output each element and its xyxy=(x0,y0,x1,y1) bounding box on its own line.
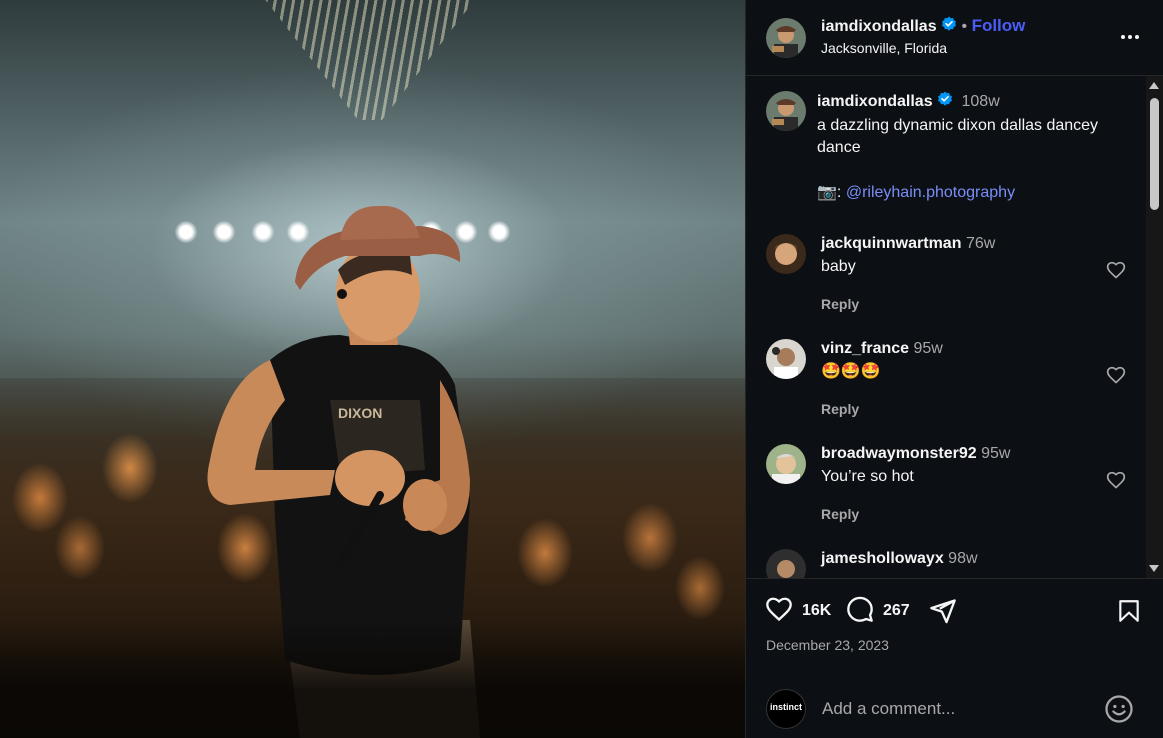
separator-dot: • xyxy=(961,18,968,35)
like-comment-heart-icon[interactable] xyxy=(1106,365,1126,385)
commenter-avatar[interactable] xyxy=(766,339,806,379)
commenter-avatar[interactable] xyxy=(766,444,806,484)
comment-bubble-icon[interactable] xyxy=(845,595,875,628)
comments-count[interactable]: 267 xyxy=(883,602,910,620)
post-photo[interactable]: DIXON xyxy=(0,0,745,738)
comment-time[interactable]: 95w xyxy=(981,445,1010,462)
photo-credit: 📷: @rileyhain.photography xyxy=(817,182,1122,204)
reply-button[interactable]: Reply xyxy=(821,296,1101,312)
caption-time[interactable]: 108w xyxy=(962,93,1000,110)
author-username[interactable]: iamdixondallas xyxy=(821,18,937,35)
photographer-mention-link[interactable]: @rileyhain.photography xyxy=(846,184,1015,201)
comments-scrollbar[interactable] xyxy=(1146,76,1163,578)
current-user-avatar-label: instinct xyxy=(769,702,802,712)
commenter-username[interactable]: broadwaymonster92 xyxy=(821,445,977,462)
scroll-down-arrow-icon[interactable] xyxy=(1149,565,1159,572)
follow-button[interactable]: Follow xyxy=(972,16,1026,35)
emoji-picker-icon[interactable] xyxy=(1104,694,1134,724)
comment-text: You’re so hot xyxy=(821,468,914,485)
comment-text: 🤩🤩🤩 xyxy=(821,363,881,380)
commenter-username[interactable]: vinz_france xyxy=(821,340,909,357)
commenter-username[interactable]: jameshollowayx xyxy=(821,550,944,567)
more-options-icon[interactable] xyxy=(1118,25,1142,49)
comment-time[interactable]: 95w xyxy=(914,340,943,357)
comment-time[interactable]: 98w xyxy=(948,550,977,567)
reply-button[interactable]: Reply xyxy=(821,506,1101,522)
comment-text: baby xyxy=(821,258,856,275)
post-date[interactable]: December 23, 2023 xyxy=(766,637,889,653)
like-comment-heart-icon[interactable] xyxy=(1106,260,1126,280)
post-location[interactable]: Jacksonville, Florida xyxy=(821,40,947,56)
author-avatar[interactable] xyxy=(766,18,806,58)
comment-action[interactable]: 267 xyxy=(845,595,910,628)
caption-text: a dazzling dynamic dixon dallas dancey d… xyxy=(817,117,1099,156)
scrollbar-thumb[interactable] xyxy=(1150,98,1159,210)
like-comment-heart-icon[interactable] xyxy=(1106,470,1126,490)
share-paper-plane-icon[interactable] xyxy=(928,597,958,625)
svg-text:DIXON: DIXON xyxy=(338,405,382,421)
caption-author-avatar[interactable] xyxy=(766,91,806,131)
save-bookmark-icon[interactable] xyxy=(1116,597,1142,625)
caption-author-username[interactable]: iamdixondallas xyxy=(817,93,933,110)
camera-emoji-label: 📷: xyxy=(817,184,842,201)
comment-time[interactable]: 76w xyxy=(966,235,995,252)
commenter-username[interactable]: jackquinnwartman xyxy=(821,235,961,252)
verified-badge-icon xyxy=(937,91,953,113)
post-header: iamdixondallas • Follow Jacksonville, Fl… xyxy=(746,0,1163,76)
scroll-up-arrow-icon[interactable] xyxy=(1149,82,1159,89)
commenter-avatar[interactable] xyxy=(766,234,806,274)
like-action[interactable]: 16K xyxy=(764,597,831,625)
current-user-avatar[interactable]: instinct xyxy=(766,689,806,729)
comment-composer: instinct xyxy=(746,688,1163,738)
like-heart-icon[interactable] xyxy=(764,595,794,628)
likes-count[interactable]: 16K xyxy=(802,602,831,620)
post-actions: 16K 267 December 23, 2023 xyxy=(746,578,1163,688)
stage-monitors xyxy=(0,618,745,738)
add-comment-input[interactable] xyxy=(822,696,1092,722)
post-side-panel: iamdixondallas • Follow Jacksonville, Fl… xyxy=(745,0,1163,738)
commenter-avatar[interactable] xyxy=(766,549,806,578)
reply-button[interactable]: Reply xyxy=(821,401,1101,417)
comments-list[interactable]: iamdixondallas 108w a dazzling dynamic d… xyxy=(746,76,1163,578)
verified-badge-icon xyxy=(941,16,957,37)
